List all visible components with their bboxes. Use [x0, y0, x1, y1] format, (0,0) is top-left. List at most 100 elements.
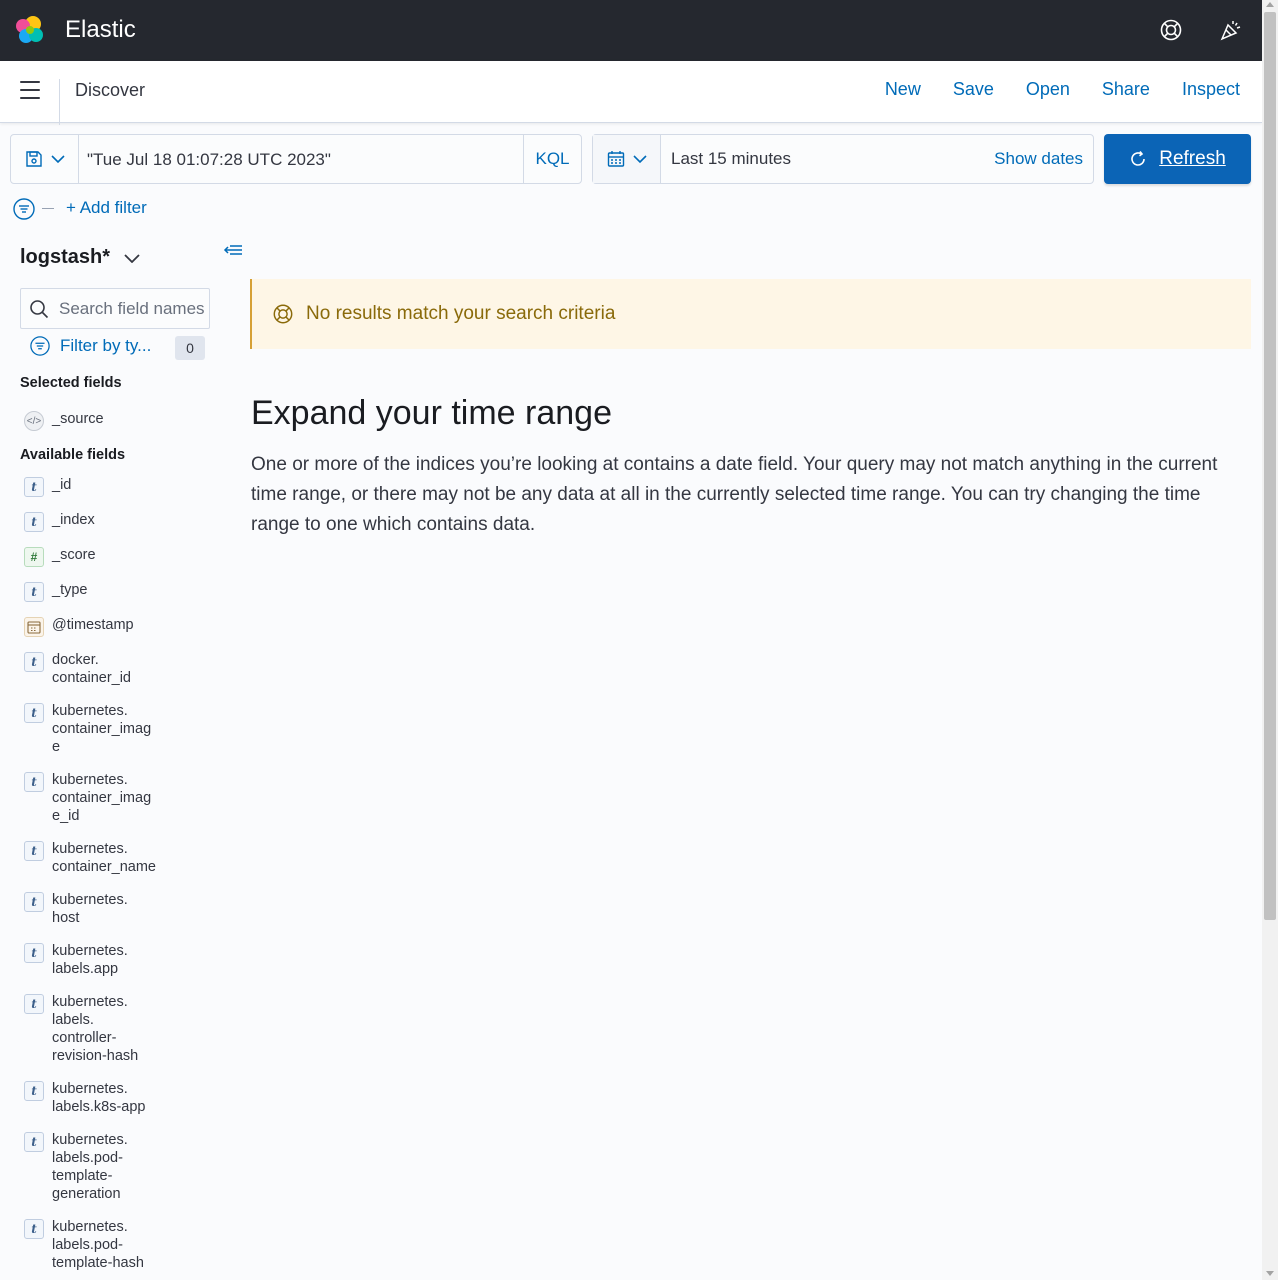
- field-item[interactable]: t kubernetes. labels.pod- template- gene…: [24, 1131, 170, 1203]
- field-name: docker. container_id: [52, 652, 131, 686]
- filter-menu-icon[interactable]: [13, 198, 35, 220]
- field-item[interactable]: t kubernetes. labels.app: [24, 942, 170, 978]
- header-divider: [59, 79, 60, 125]
- query-bar: "Tue Jul 18 01:07:28 UTC 2023" KQL: [10, 134, 582, 184]
- field-name: kubernetes. host: [52, 892, 128, 926]
- available-fields-title: Available fields: [20, 447, 126, 463]
- menu-icon[interactable]: [20, 81, 40, 101]
- page-title: Discover: [75, 80, 146, 100]
- field-name: kubernetes. container_imag e: [52, 703, 152, 755]
- string-field-icon: t: [24, 582, 44, 602]
- string-field-icon: t: [24, 1081, 44, 1101]
- string-field-icon: t: [24, 477, 44, 497]
- refresh-icon: [1131, 151, 1146, 166]
- time-range-label[interactable]: Last 15 minutes: [671, 149, 791, 169]
- scroll-thumb[interactable]: [1264, 12, 1276, 920]
- inspect-button[interactable]: Inspect: [1182, 79, 1240, 100]
- date-picker: Last 15 minutes Show dates: [592, 134, 1094, 184]
- elastic-logo-icon[interactable]: [14, 14, 46, 46]
- source-field-icon: </>: [24, 411, 44, 431]
- newsfeed-icon[interactable]: [1218, 17, 1244, 43]
- empty-state-title: Expand your time range: [251, 394, 612, 432]
- date-field-icon: [24, 617, 44, 637]
- field-item[interactable]: t _type: [24, 581, 170, 602]
- no-results-callout: No results match your search criteria: [250, 279, 1251, 349]
- field-item[interactable]: t _index: [24, 511, 170, 532]
- index-pattern-selector[interactable]: logstash*: [20, 246, 140, 269]
- open-button[interactable]: Open: [1026, 79, 1070, 100]
- field-item-source[interactable]: </> _source: [24, 410, 170, 431]
- field-name: kubernetes. labels.pod- template- genera…: [52, 1132, 128, 1202]
- field-search: [20, 288, 210, 329]
- field-item[interactable]: t docker. container_id: [24, 651, 170, 687]
- empty-state-body: One or more of the indices you’re lookin…: [251, 454, 1218, 535]
- field-item[interactable]: t kubernetes. container_imag e: [24, 702, 170, 756]
- field-name: kubernetes. labels.k8s-app: [52, 1081, 146, 1115]
- page-scrollbar[interactable]: [1262, 0, 1278, 1280]
- field-item[interactable]: t kubernetes. container_imag e_id: [24, 771, 170, 825]
- field-item[interactable]: t kubernetes. labels.pod- template-hash: [24, 1218, 170, 1272]
- save-button[interactable]: Save: [953, 79, 994, 100]
- filter-separator: [42, 208, 54, 209]
- save-icon: [25, 151, 42, 167]
- string-field-icon: t: [24, 1219, 44, 1239]
- string-field-icon: t: [24, 892, 44, 912]
- filter-icon: [30, 336, 50, 356]
- chevron-down-icon: [124, 253, 140, 263]
- saved-query-button[interactable]: [11, 135, 79, 183]
- scroll-down-arrow-icon[interactable]: [1266, 1271, 1274, 1276]
- add-filter-button[interactable]: + Add filter: [66, 198, 147, 218]
- scroll-up-arrow-icon[interactable]: [1266, 2, 1274, 7]
- field-item[interactable]: @timestamp: [24, 616, 170, 637]
- string-field-icon: t: [24, 512, 44, 532]
- brand-name[interactable]: Elastic: [65, 16, 136, 44]
- help-icon[interactable]: [1158, 17, 1184, 43]
- filter-by-type-label: Filter by ty...: [60, 336, 152, 355]
- collapse-sidebar-icon[interactable]: [222, 240, 244, 260]
- string-field-icon: t: [24, 772, 44, 792]
- string-field-icon: t: [24, 652, 44, 672]
- string-field-icon: t: [24, 943, 44, 963]
- number-field-icon: #: [24, 547, 44, 567]
- string-field-icon: t: [24, 841, 44, 861]
- field-item[interactable]: t kubernetes. labels.k8s-app: [24, 1080, 170, 1116]
- field-item[interactable]: t kubernetes. labels. controller- revisi…: [24, 993, 170, 1065]
- top-header: Elastic: [0, 0, 1262, 61]
- kql-toggle[interactable]: KQL: [523, 135, 581, 183]
- field-item[interactable]: t kubernetes. container_name: [24, 840, 170, 876]
- refresh-button[interactable]: Refresh: [1104, 134, 1251, 184]
- show-dates-button[interactable]: Show dates: [994, 149, 1083, 169]
- calendar-icon: [607, 151, 624, 167]
- field-search-input[interactable]: [59, 289, 207, 328]
- chevron-down-icon: [632, 155, 647, 164]
- callout-text: No results match your search criteria: [306, 303, 616, 324]
- refresh-label: Refresh: [1159, 148, 1226, 169]
- field-item[interactable]: t kubernetes. host: [24, 891, 170, 927]
- field-item[interactable]: # _score: [24, 546, 170, 567]
- field-name: _score: [52, 547, 96, 563]
- string-field-icon: t: [24, 994, 44, 1014]
- chevron-down-icon: [50, 155, 65, 164]
- string-field-icon: t: [24, 1132, 44, 1152]
- field-name: kubernetes. container_imag e_id: [52, 772, 152, 824]
- query-input[interactable]: "Tue Jul 18 01:07:28 UTC 2023": [87, 150, 331, 170]
- top-nav-menu: New Save Open Share Inspect: [885, 79, 1240, 100]
- field-name: _type: [52, 582, 88, 598]
- field-name: kubernetes. labels.app: [52, 943, 128, 977]
- selected-fields-title: Selected fields: [20, 375, 122, 391]
- app-header: Discover New Save Open Share Inspect: [0, 61, 1262, 125]
- string-field-icon: t: [24, 703, 44, 723]
- field-name: kubernetes. container_name: [52, 841, 156, 875]
- quick-menu-button[interactable]: [593, 135, 661, 183]
- help-icon: [273, 304, 293, 324]
- new-button[interactable]: New: [885, 79, 921, 100]
- field-name: @timestamp: [52, 617, 134, 633]
- filter-by-type-button[interactable]: Filter by ty...: [30, 336, 151, 356]
- field-name: kubernetes. labels.pod- template-hash: [52, 1219, 144, 1271]
- field-item[interactable]: t _id: [24, 476, 170, 497]
- field-name: _id: [52, 477, 72, 493]
- filter-count-badge: 0: [175, 336, 205, 360]
- share-button[interactable]: Share: [1102, 79, 1150, 100]
- field-name: _index: [52, 512, 95, 528]
- field-name: kubernetes. labels. controller- revision…: [52, 994, 139, 1064]
